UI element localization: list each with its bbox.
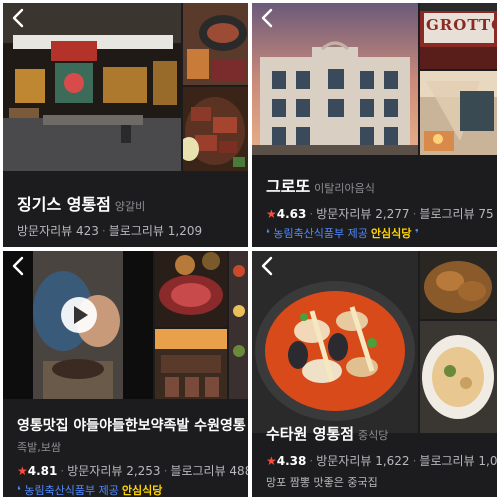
promo-text: 농림축산식품부 제공 <box>273 227 368 240</box>
back-chevron-icon[interactable] <box>258 7 278 29</box>
separator-dot: · <box>412 454 417 468</box>
place-category: 족발,보쌈 <box>17 441 61 454</box>
place-name[interactable]: 징기스 영통점 <box>17 195 111 214</box>
separator-dot: · <box>309 454 314 468</box>
food-photo-bottom[interactable] <box>420 321 497 433</box>
rating-and-reviews: ★4.81 · 방문자리뷰 2,253 · 블로그리뷰 488 <box>17 462 248 479</box>
separator-dot: · <box>101 224 106 238</box>
visitor-review-count[interactable]: 방문자리뷰 1,622 <box>316 454 409 468</box>
back-chevron-icon[interactable] <box>9 255 29 277</box>
promo-row[interactable]: ❛ 농림축산식품부 제공 안심식당 ❜ <box>266 225 419 241</box>
quote-mark-icon: ❛ <box>17 484 21 497</box>
separator-dot: · <box>163 464 168 478</box>
visitor-review-count[interactable]: 방문자리뷰 2,253 <box>67 464 160 478</box>
star-icon: ★ <box>266 207 277 221</box>
quote-mark-icon: ❜ <box>414 227 419 240</box>
visitor-review-count[interactable]: 방문자리뷰 2,277 <box>316 207 409 221</box>
restaurant-main-photo[interactable] <box>252 251 418 433</box>
safe-restaurant-badge: 안심식당 <box>121 484 163 497</box>
interior-photo[interactable] <box>420 71 497 155</box>
place-name[interactable]: 영통맛집 야들야들한보약족발 수원영통 <box>17 418 246 434</box>
star-icon: ★ <box>17 464 28 478</box>
back-chevron-icon[interactable] <box>258 255 278 277</box>
food-photo-top[interactable] <box>420 251 497 319</box>
blog-review-count[interactable]: 블로그리뷰 488 <box>170 464 248 478</box>
place-name[interactable]: 그로또 <box>266 177 310 196</box>
place-name[interactable]: 수타원 영통점 <box>266 425 354 443</box>
place-title-row[interactable]: 징기스 영통점 양갈비 <box>17 191 145 215</box>
place-category: 이탈리아음식 <box>314 182 375 195</box>
place-title-row[interactable]: 그로또 이탈리아음식 <box>266 173 375 197</box>
blog-review-count[interactable]: 블로그리뷰 1,209 <box>109 224 202 238</box>
place-title-row[interactable]: 수타원 영통점 중식당 <box>266 423 388 444</box>
rating-value: 4.81 <box>27 464 58 478</box>
separator-dot: · <box>60 464 65 478</box>
place-card-jinggiseu[interactable]: 징기스 영통점 양갈비 방문자리뷰 423 · 블로그리뷰 1,209 <box>3 3 248 247</box>
food-photo-side[interactable] <box>229 251 248 399</box>
back-chevron-icon[interactable] <box>9 7 29 29</box>
rating-value: 4.38 <box>276 454 307 468</box>
rating-value: 4.63 <box>276 207 307 221</box>
quote-mark-icon: ❛ <box>266 227 270 240</box>
blog-review-count[interactable]: 블로그리뷰 1,0 <box>419 454 497 468</box>
signboard-photo[interactable]: GROTTO <box>420 3 497 69</box>
play-icon[interactable] <box>61 297 97 333</box>
place-card-grotto[interactable]: GROTTO 그로또이탈리아음식 ★4.63·방문자리뷰 2,277·블로그리뷰… <box>252 3 497 247</box>
place-description: 망포 짬뽕 맛좋은 중국집 <box>266 476 378 489</box>
separator-dot: · <box>412 207 417 221</box>
food-photo-bottom[interactable] <box>183 87 248 171</box>
rating-and-reviews: ★4.38 · 방문자리뷰 1,622 · 블로그리뷰 1,0 <box>266 452 497 469</box>
food-photo-top[interactable] <box>183 3 248 85</box>
review-counts: 방문자리뷰 423 · 블로그리뷰 1,209 <box>17 222 202 239</box>
separator-dot: · <box>309 207 314 221</box>
food-photo-top[interactable] <box>155 251 227 327</box>
rating-and-reviews: ★4.63 · 방문자리뷰 2,277 · 블로그리뷰 75 <box>266 205 494 222</box>
star-icon: ★ <box>266 454 277 468</box>
place-category: 중식당 <box>358 429 389 442</box>
place-category: 양갈비 <box>114 200 146 213</box>
grotto-signboard-text: GROTTO <box>426 16 497 34</box>
safe-restaurant-badge: 안심식당 <box>370 227 412 240</box>
visitor-review-count[interactable]: 방문자리뷰 423 <box>17 224 99 238</box>
interior-photo[interactable] <box>155 329 227 399</box>
place-card-jokbal[interactable]: 영통맛집 야들야들한보약족발 수원영통 족발,보쌈 ★4.81 · 방문자리뷰 2,… <box>3 251 248 497</box>
place-title-row[interactable]: 영통맛집 야들야들한보약족발 수원영통 <box>17 415 246 435</box>
promo-row[interactable]: ❛ 농림축산식품부 제공 안심식당 <box>17 482 162 497</box>
blog-review-count[interactable]: 블로그리뷰 75 <box>419 207 493 221</box>
restaurant-main-photo[interactable] <box>3 3 181 171</box>
promo-text: 농림축산식품부 제공 <box>24 484 119 497</box>
place-card-sutawon[interactable]: 수타원 영통점 중식당 ★4.38 · 방문자리뷰 1,622 · 블로그리뷰 1,0 망… <box>252 251 497 497</box>
